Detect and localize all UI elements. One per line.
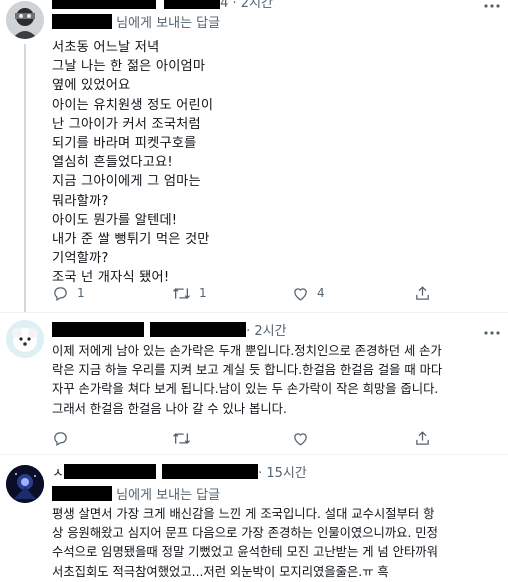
tweet-3[interactable]: ㅅ · 15시간 님에게 보내는 답글 평생 살면서 가장 크게 배신감을 느낀… [0,455,508,580]
redacted-reply-handle [52,14,112,29]
like-button[interactable]: 4 [292,283,325,303]
tweet-2[interactable]: · 2시간 이제 저에게 남아 있는 손가락은 두개 뿐입니다.정치인으로 존경… [0,313,508,453]
text-line: 열심히 흔들었다고요! [52,155,173,171]
avatar-image [6,320,44,358]
reply-to-line: 님에게 보내는 답글 [52,486,220,505]
text-line: 수석으로 임명됐을때 정말 기뻤었고 윤석한테 모진 고난받는 게 넘 안타까워 [52,545,438,560]
retweet-button[interactable]: 1 [172,283,207,303]
text-line: 그날 나는 한 젊은 아이엄마 [52,59,206,75]
more-icon [484,331,500,335]
retweet-icon [172,287,191,299]
tweet-header: 4 · 2시간 [52,0,273,14]
avatar-image [6,465,44,503]
avatar[interactable] [6,1,44,39]
redacted-reply-handle [52,486,112,501]
redacted-name [52,322,144,337]
avatar[interactable] [6,320,44,358]
text-line: 서초집회도 적극참여했었고...저런 외눈박이 모지리였을줄은.ㅠ 흑 [52,564,389,579]
text-line: 뭐라할까? [52,193,109,209]
user-name-initial[interactable]: ㅅ [52,466,64,481]
redacted-handle [150,322,247,337]
more-button[interactable] [482,0,502,16]
share-icon [416,285,429,300]
text-line: 기억할까? [52,251,109,267]
reply-to-line: 님에게 보내는 답글 [52,14,220,33]
more-icon [484,4,500,8]
reply-to-label: 님에게 보내는 답글 [116,16,221,31]
redacted-handle [164,0,221,9]
avatar[interactable] [6,465,44,503]
more-button[interactable] [482,323,502,343]
retweet-button[interactable] [172,428,191,448]
reply-button[interactable] [52,428,69,448]
retweet-count: 1 [199,286,207,300]
text-line: 내가 준 쌀 뻥튀기 먹은 것만 [52,232,210,248]
text-line: 지금 그아이에게 그 엄마는 [52,174,201,190]
reply-icon [54,286,67,301]
text-line: 옆에 있었어요 [52,78,131,94]
tweet-time[interactable]: · 2시간 [246,324,286,339]
tweet-text: 이제 저에게 남아 있는 손가락은 두개 뿐입니다.정치인으로 존경하던 세 손… [52,342,442,419]
text-line: 되기를 바라며 피켓구호를 [52,136,197,152]
text-line: 상 응원해왔고 심지어 문프 다음으로 가장 존경하는 인물이였으니까요. 민정 [52,526,438,541]
text-line: 아이도 뭔가를 알텐데! [52,212,178,228]
share-button[interactable] [414,428,431,448]
tweet-actions: 1 1 4 [52,283,492,303]
share-icon [416,430,429,445]
text-line: 서초동 어느날 저녁 [52,40,160,55]
reply-icon [54,431,67,446]
reply-button[interactable]: 1 [52,283,85,303]
redacted-name [52,0,156,9]
tweet-time[interactable]: · 15시간 [258,466,307,481]
text-line: 평생 살면서 가장 크게 배신감을 느낀 게 조국입니다. 설대 교수시절부터 … [52,507,435,521]
thread-line [24,44,26,312]
tweet-time[interactable]: 4 · 2시간 [220,0,273,11]
tweet-header: ㅅ · 15시간 [52,464,307,484]
text-line: 난 그아이가 커서 조국처럼 [52,116,201,132]
tweet-1[interactable]: 4 · 2시간 님에게 보내는 답글 서초동 어느날 저녁 그날 나는 한 젊은… [0,0,508,312]
text-line: 자꾸 손가락을 쳐다 보게 됩니다.남이 있는 두 손가락이 작은 희망을 줍니… [52,382,439,397]
reply-to-label: 님에게 보내는 답글 [116,488,221,503]
like-count: 4 [317,286,325,300]
tweet-text: 평생 살면서 가장 크게 배신감을 느낀 게 조국입니다. 설대 교수시절부터 … [52,505,438,582]
redacted-handle [162,464,259,479]
text-line: 이제 저에게 남아 있는 손가락은 두개 뿐입니다.정치인으로 존경하던 세 손… [52,344,442,358]
tweet-actions [52,428,492,448]
redacted-name [63,464,156,479]
like-button[interactable] [292,428,309,448]
text-line: 락은 지금 하늘 우리를 지켜 보고 계실 듯 합니다.한걸음 한걸음 걸을 때… [52,363,443,378]
tweet-text: 서초동 어느날 저녁 그날 나는 한 젊은 아이엄마 옆에 있었어요 아이는 유… [52,38,213,288]
like-icon [294,432,307,446]
avatar-image [6,1,44,39]
text-line: 그래서 한걸음 한걸음 나아 갈 수 있나 봅니다. [52,401,287,416]
share-button[interactable] [414,283,431,303]
text-line: 아이는 유치원생 정도 어린이 [52,97,214,113]
reply-count: 1 [77,286,85,300]
tweet-header: · 2시간 [52,322,287,342]
retweet-icon [172,432,191,444]
like-icon [294,287,307,301]
